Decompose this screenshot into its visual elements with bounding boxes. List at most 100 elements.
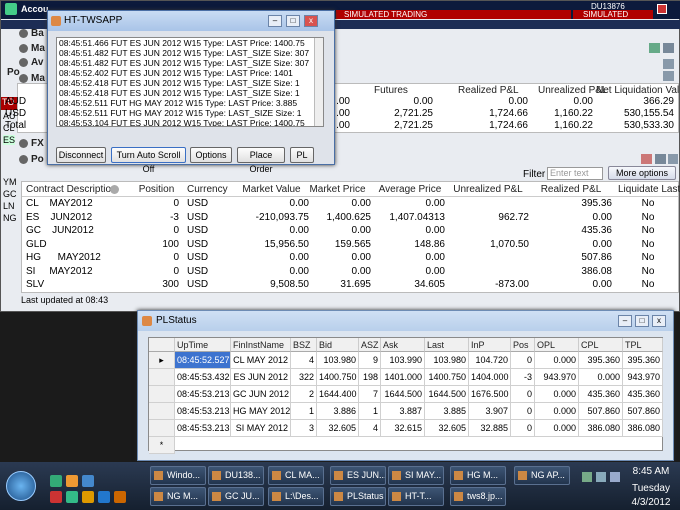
filter-input[interactable]: Enter text bbox=[547, 167, 603, 180]
grid-cell[interactable]: 9 bbox=[359, 352, 381, 369]
column-header[interactable]: Market Price bbox=[304, 184, 371, 195]
grid-cell[interactable]: 0 bbox=[511, 403, 535, 420]
row-selector[interactable] bbox=[149, 403, 175, 420]
maximize-icon[interactable]: □ bbox=[286, 15, 300, 27]
column-header[interactable]: Bid bbox=[317, 338, 359, 352]
taskbar-button[interactable]: Windo... bbox=[150, 466, 206, 485]
grid-cell[interactable]: 1644.500 bbox=[381, 386, 425, 403]
volume-icon[interactable] bbox=[610, 472, 620, 482]
side-label-gc[interactable]: GC bbox=[3, 189, 17, 199]
column-header[interactable]: BSZ bbox=[291, 338, 317, 352]
start-button[interactable] bbox=[6, 471, 36, 501]
tab-po[interactable]: Po bbox=[7, 66, 20, 80]
column-header[interactable]: Last bbox=[425, 338, 469, 352]
grid-cell[interactable]: 1404.000 bbox=[469, 369, 511, 386]
grid-cell[interactable]: SI MAY 2012 bbox=[231, 420, 291, 437]
minimize-icon[interactable]: – bbox=[618, 315, 632, 327]
grid-cell[interactable]: 32.885 bbox=[469, 420, 511, 437]
grid-cell[interactable]: 507.860 bbox=[623, 403, 663, 420]
taskbar-button[interactable]: NG AP... bbox=[514, 466, 570, 485]
log-listbox[interactable]: 08:45:51.466 FUT ES JUN 2012 W15 Type: L… bbox=[56, 37, 324, 127]
settings-icon[interactable] bbox=[663, 43, 674, 53]
grid-cell[interactable]: 395.360 bbox=[579, 352, 623, 369]
log-line[interactable]: 08:45:52.402 FUT ES JUN 2012 W15 Type: L… bbox=[57, 68, 323, 78]
quicklaunch-icon[interactable] bbox=[50, 475, 62, 487]
taskbar-button[interactable]: HG M... bbox=[450, 466, 506, 485]
taskbar-button[interactable]: HT-T... bbox=[388, 487, 444, 506]
grid-cell[interactable]: 435.360 bbox=[579, 386, 623, 403]
column-header[interactable]: Unrealized P&L bbox=[447, 184, 529, 195]
edit-icon[interactable] bbox=[641, 154, 652, 164]
grid-cell[interactable]: 104.720 bbox=[469, 352, 511, 369]
section-po[interactable]: Po bbox=[19, 153, 44, 167]
grid-cell[interactable]: 32.605 bbox=[317, 420, 359, 437]
grid-cell[interactable]: 1400.750 bbox=[425, 369, 469, 386]
grid-cell[interactable]: 1644.400 bbox=[317, 386, 359, 403]
grid-cell[interactable]: GC JUN 2012 bbox=[231, 386, 291, 403]
grid-cell[interactable]: 32.605 bbox=[425, 420, 469, 437]
disconnect-button[interactable]: Disconnect bbox=[56, 147, 106, 163]
taskbar-button[interactable]: CL MA... bbox=[268, 466, 324, 485]
quicklaunch-icon[interactable] bbox=[50, 491, 62, 503]
pl-grid[interactable]: UpTime FinInstName BSZ Bid ASZ Ask Last InP Pos O… bbox=[148, 337, 663, 454]
taskbar-button[interactable]: tws8.jp... bbox=[450, 487, 506, 506]
grid-cell[interactable]: 322 bbox=[291, 369, 317, 386]
side-label-es[interactable]: ES bbox=[3, 135, 16, 145]
grid-cell[interactable]: CL MAY 2012 bbox=[231, 352, 291, 369]
grid-cell[interactable]: 0.000 bbox=[535, 403, 579, 420]
quicklaunch-icon[interactable] bbox=[114, 491, 126, 503]
options-button[interactable]: Options bbox=[190, 147, 232, 163]
grid-cell[interactable]: 4 bbox=[359, 420, 381, 437]
grid-cell[interactable]: 08:45:52.527 bbox=[175, 352, 231, 369]
side-label-ng[interactable]: NG bbox=[3, 213, 17, 223]
collapse-icon[interactable] bbox=[668, 154, 678, 164]
grid-cell[interactable]: 1401.000 bbox=[381, 369, 425, 386]
grid-cell[interactable]: 198 bbox=[359, 369, 381, 386]
taskbar-button[interactable]: L:\Des... bbox=[268, 487, 324, 506]
column-header[interactable]: Ask bbox=[381, 338, 425, 352]
grid-cell[interactable]: 0.000 bbox=[535, 352, 579, 369]
grid-cell[interactable]: 103.980 bbox=[425, 352, 469, 369]
log-line[interactable]: 08:45:51.466 FUT ES JUN 2012 W15 Type: L… bbox=[57, 38, 323, 48]
grid-cell[interactable]: 1644.500 bbox=[425, 386, 469, 403]
column-header[interactable]: ASZ bbox=[359, 338, 381, 352]
grid-cell[interactable]: 103.990 bbox=[381, 352, 425, 369]
section-fx[interactable]: FX bbox=[19, 137, 44, 151]
grid-cell[interactable]: 435.360 bbox=[623, 386, 663, 403]
column-header[interactable]: Pos bbox=[511, 338, 535, 352]
grid-cell[interactable]: 943.970 bbox=[623, 369, 663, 386]
taskbar-button[interactable]: PLStatus bbox=[330, 487, 386, 506]
grid-cell[interactable]: ES JUN 2012 bbox=[231, 369, 291, 386]
column-header[interactable]: CPL bbox=[579, 338, 623, 352]
log-line[interactable]: 08:45:52.418 FUT ES JUN 2012 W15 Type: L… bbox=[57, 88, 323, 98]
close-icon[interactable]: x bbox=[304, 15, 318, 27]
column-header[interactable]: Liquidate Last bbox=[618, 184, 680, 195]
log-line[interactable]: 08:45:51.482 FUT ES JUN 2012 W15 Type: L… bbox=[57, 58, 323, 68]
column-header[interactable]: FinInstName bbox=[231, 338, 291, 352]
grid-cell[interactable]: 0.000 bbox=[535, 386, 579, 403]
row-selector[interactable] bbox=[149, 420, 175, 437]
grid-cell[interactable]: 3.887 bbox=[381, 403, 425, 420]
place-order-button[interactable]: Place Order bbox=[237, 147, 285, 174]
log-line[interactable]: 08:45:52.418 FUT ES JUN 2012 W15 Type: L… bbox=[57, 78, 323, 88]
grid-cell[interactable]: 386.080 bbox=[579, 420, 623, 437]
column-header[interactable]: Currency bbox=[187, 184, 228, 195]
side-label-ln[interactable]: LN bbox=[3, 201, 15, 211]
more-options-button[interactable]: More options bbox=[608, 166, 676, 180]
grid-cell[interactable]: 3.886 bbox=[317, 403, 359, 420]
close-icon[interactable]: x bbox=[652, 315, 666, 327]
grid-cell[interactable]: 0 bbox=[511, 386, 535, 403]
column-header[interactable]: InP bbox=[469, 338, 511, 352]
log-line[interactable]: 08:45:52.511 FUT HG MAY 2012 W15 Type: L… bbox=[57, 98, 323, 108]
log-scrollbar[interactable] bbox=[314, 38, 323, 126]
network-icon[interactable] bbox=[596, 472, 606, 482]
grid-cell[interactable]: 08:45:53.213 bbox=[175, 386, 231, 403]
collapse-icon-2[interactable] bbox=[663, 71, 674, 81]
grid-cell[interactable]: 3.907 bbox=[469, 403, 511, 420]
grid-cell[interactable]: HG MAY 2012 bbox=[231, 403, 291, 420]
column-header[interactable]: UpTime bbox=[175, 338, 231, 352]
grid-cell[interactable]: 1 bbox=[291, 403, 317, 420]
log-line[interactable]: 08:45:51.482 FUT ES JUN 2012 W15 Type: L… bbox=[57, 48, 323, 58]
section-ba[interactable]: Ba bbox=[19, 27, 44, 41]
quicklaunch-icon[interactable] bbox=[66, 475, 78, 487]
